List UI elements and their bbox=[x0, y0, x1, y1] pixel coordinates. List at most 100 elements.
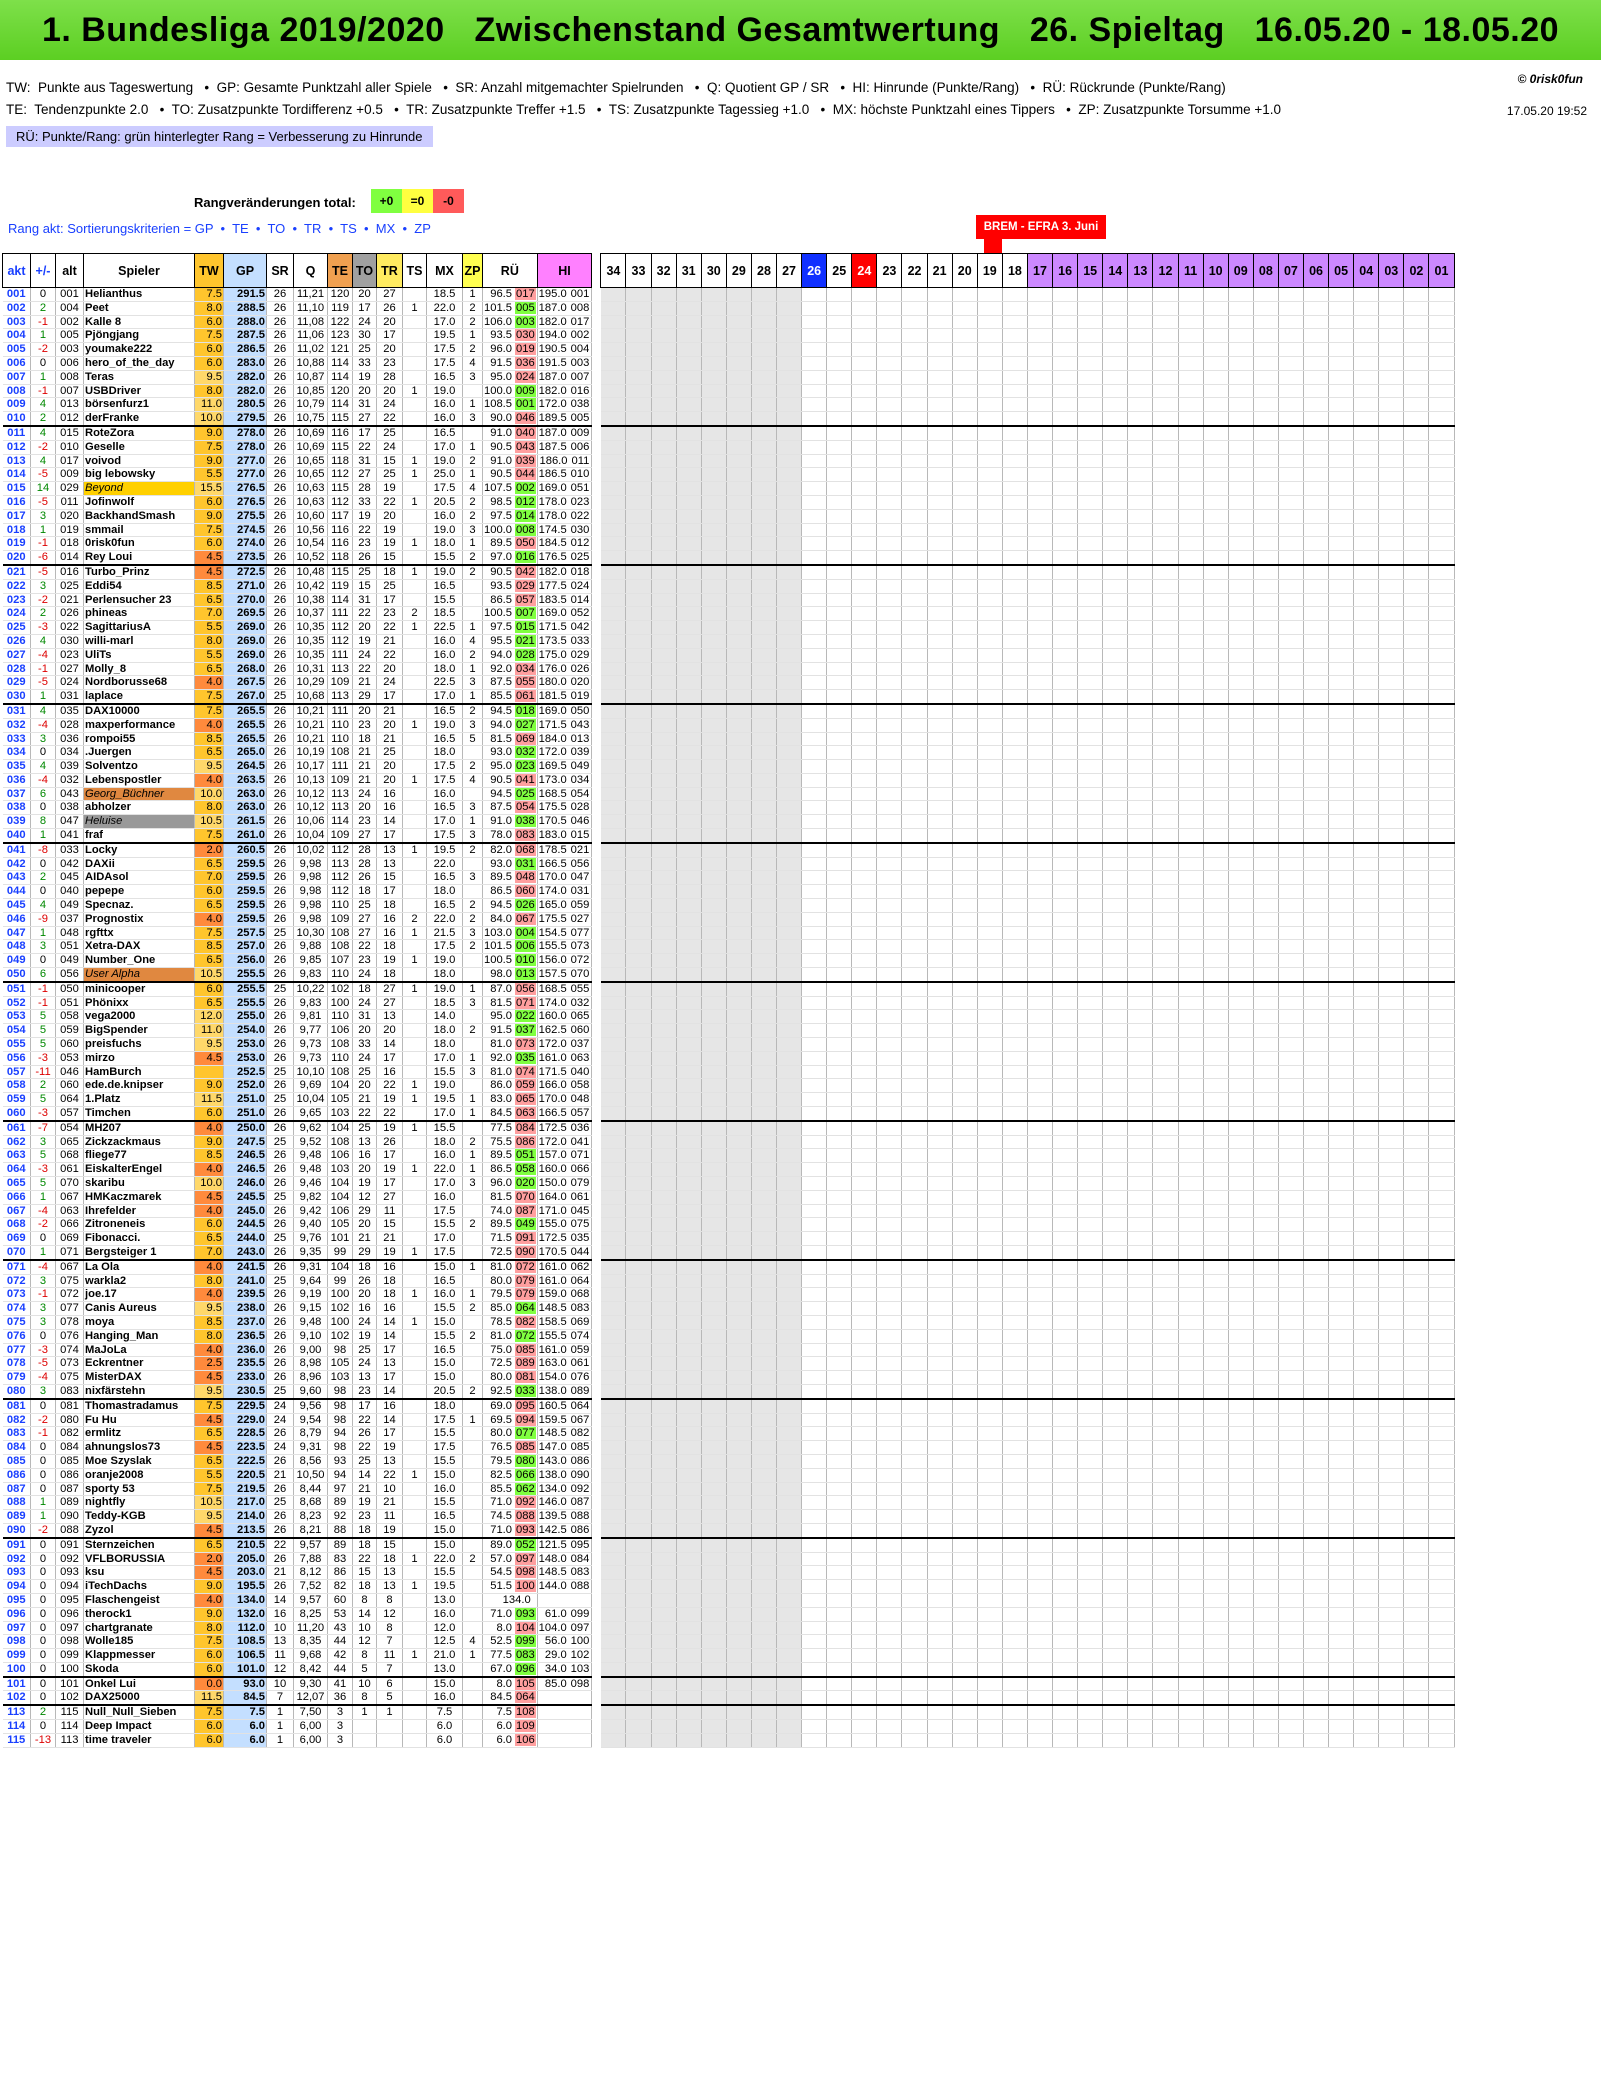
day-header-02[interactable]: 02 bbox=[1403, 253, 1430, 288]
cell-te: 106 bbox=[327, 1148, 353, 1164]
col-header-4[interactable]: Spieler bbox=[83, 253, 195, 288]
day-cell bbox=[927, 745, 953, 761]
cell-to: 19 bbox=[352, 370, 377, 385]
day-header-26[interactable]: 26 bbox=[801, 253, 828, 288]
cell-mx: 16.5 bbox=[426, 370, 463, 385]
col-header-9[interactable]: TE bbox=[327, 253, 353, 288]
cell-spieler: rgfttx bbox=[83, 926, 195, 941]
cell-zp: 1 bbox=[462, 467, 483, 483]
day-header-21[interactable]: 21 bbox=[926, 253, 953, 288]
day-cell bbox=[876, 773, 903, 788]
day-header-31[interactable]: 31 bbox=[675, 253, 702, 288]
cell-te: 112 bbox=[327, 842, 353, 858]
day-header-34[interactable]: 34 bbox=[600, 253, 627, 288]
day-header-10[interactable]: 10 bbox=[1202, 253, 1229, 288]
day-cell bbox=[1127, 1217, 1154, 1233]
day-header-28[interactable]: 28 bbox=[750, 253, 778, 288]
day-cell bbox=[1328, 1287, 1355, 1303]
day-cell bbox=[726, 981, 752, 997]
day-cell bbox=[625, 884, 652, 900]
day-header-20[interactable]: 20 bbox=[951, 253, 978, 288]
points: 168.5 bbox=[538, 982, 567, 995]
col-header-16[interactable]: HI bbox=[536, 253, 593, 288]
rank: 081 bbox=[515, 1371, 536, 1384]
day-cell bbox=[977, 1413, 1003, 1428]
day-header-27[interactable]: 27 bbox=[775, 253, 803, 288]
day-cell bbox=[1378, 1343, 1405, 1358]
day-header-07[interactable]: 07 bbox=[1277, 253, 1304, 288]
day-cell bbox=[826, 550, 853, 566]
day-cell bbox=[1328, 981, 1355, 997]
cell-akt: 020 bbox=[2, 550, 31, 566]
day-cell bbox=[1428, 967, 1455, 983]
day-cell bbox=[952, 675, 978, 691]
day-header-03[interactable]: 03 bbox=[1378, 253, 1405, 288]
day-cell bbox=[1002, 1468, 1028, 1483]
col-header-10[interactable]: TO bbox=[352, 253, 377, 288]
day-header-05[interactable]: 05 bbox=[1328, 253, 1355, 288]
col-header-6[interactable]: GP bbox=[223, 253, 267, 288]
day-header-25[interactable]: 25 bbox=[826, 253, 853, 288]
day-header-18[interactable]: 18 bbox=[1001, 253, 1028, 288]
col-header-5[interactable]: TW bbox=[194, 253, 224, 288]
cell-to: 13 bbox=[352, 1135, 377, 1150]
day-header-11[interactable]: 11 bbox=[1177, 253, 1204, 288]
table-row: 040 1 041 fraf 7.5 261.0 26 10,04 109 27 17 17.5 3 78… bbox=[2, 828, 1455, 844]
day-header-14[interactable]: 14 bbox=[1102, 253, 1129, 288]
day-header-33[interactable]: 33 bbox=[625, 253, 652, 288]
cell-q: 9,31 bbox=[293, 1259, 328, 1275]
day-cell bbox=[1178, 356, 1204, 371]
cell-rueckrunde: 72.5 090 bbox=[482, 1245, 538, 1261]
day-header-29[interactable]: 29 bbox=[725, 253, 752, 288]
day-cell bbox=[701, 745, 727, 761]
day-header-06[interactable]: 06 bbox=[1302, 253, 1330, 288]
points: 147.0 bbox=[538, 1441, 567, 1454]
col-header-7[interactable]: SR bbox=[266, 253, 294, 288]
cell-alt: 064 bbox=[55, 1092, 84, 1108]
day-header-08[interactable]: 08 bbox=[1252, 253, 1279, 288]
day-header-23[interactable]: 23 bbox=[876, 253, 903, 288]
day-header-01[interactable]: 01 bbox=[1428, 253, 1455, 288]
day-header-24[interactable]: 24 bbox=[851, 253, 878, 288]
day-cell bbox=[1403, 536, 1430, 552]
cell-akt: 080 bbox=[2, 1384, 31, 1400]
day-header-30[interactable]: 30 bbox=[700, 253, 727, 288]
cell-rueckrunde: 100.5 007 bbox=[482, 606, 538, 622]
day-cell bbox=[1353, 328, 1380, 344]
col-header-3[interactable]: alt bbox=[55, 253, 84, 288]
points: 94.5 bbox=[490, 704, 512, 717]
day-header-09[interactable]: 09 bbox=[1227, 253, 1254, 288]
day-header-04[interactable]: 04 bbox=[1353, 253, 1380, 288]
col-header-1[interactable]: akt bbox=[2, 253, 31, 288]
day-cell bbox=[1303, 606, 1330, 622]
day-header-13[interactable]: 13 bbox=[1127, 253, 1154, 288]
cell-hinrunde: 178.0 022 bbox=[537, 509, 593, 524]
col-header-12[interactable]: TS bbox=[402, 253, 427, 288]
col-header-11[interactable]: TR bbox=[376, 253, 403, 288]
col-header-15[interactable]: RÜ bbox=[482, 253, 538, 288]
col-header-13[interactable]: MX bbox=[426, 253, 463, 288]
cell-tr: 24 bbox=[376, 440, 403, 455]
day-header-17[interactable]: 17 bbox=[1026, 253, 1054, 288]
col-header-8[interactable]: Q bbox=[293, 253, 328, 288]
day-header-12[interactable]: 12 bbox=[1152, 253, 1179, 288]
cell-tr: 14 bbox=[376, 1384, 403, 1400]
day-cell bbox=[676, 787, 702, 802]
day-header-22[interactable]: 22 bbox=[901, 253, 928, 288]
day-header-15[interactable]: 15 bbox=[1077, 253, 1104, 288]
day-cell bbox=[1052, 1440, 1079, 1455]
day-cell bbox=[651, 1329, 677, 1344]
cell-tr: 10 bbox=[376, 1482, 403, 1497]
day-cell bbox=[625, 689, 652, 705]
rank: 031 bbox=[515, 857, 536, 870]
day-cell bbox=[927, 1413, 953, 1428]
col-header-2[interactable]: +/- bbox=[30, 253, 56, 288]
day-cell bbox=[1378, 370, 1405, 385]
col-header-14[interactable]: ZP bbox=[462, 253, 483, 288]
day-header-19[interactable]: 19 bbox=[976, 253, 1003, 288]
day-header-16[interactable]: 16 bbox=[1052, 253, 1079, 288]
day-cell bbox=[625, 1274, 652, 1289]
day-cell bbox=[952, 1135, 978, 1150]
day-header-32[interactable]: 32 bbox=[650, 253, 677, 288]
day-cell bbox=[701, 342, 727, 357]
